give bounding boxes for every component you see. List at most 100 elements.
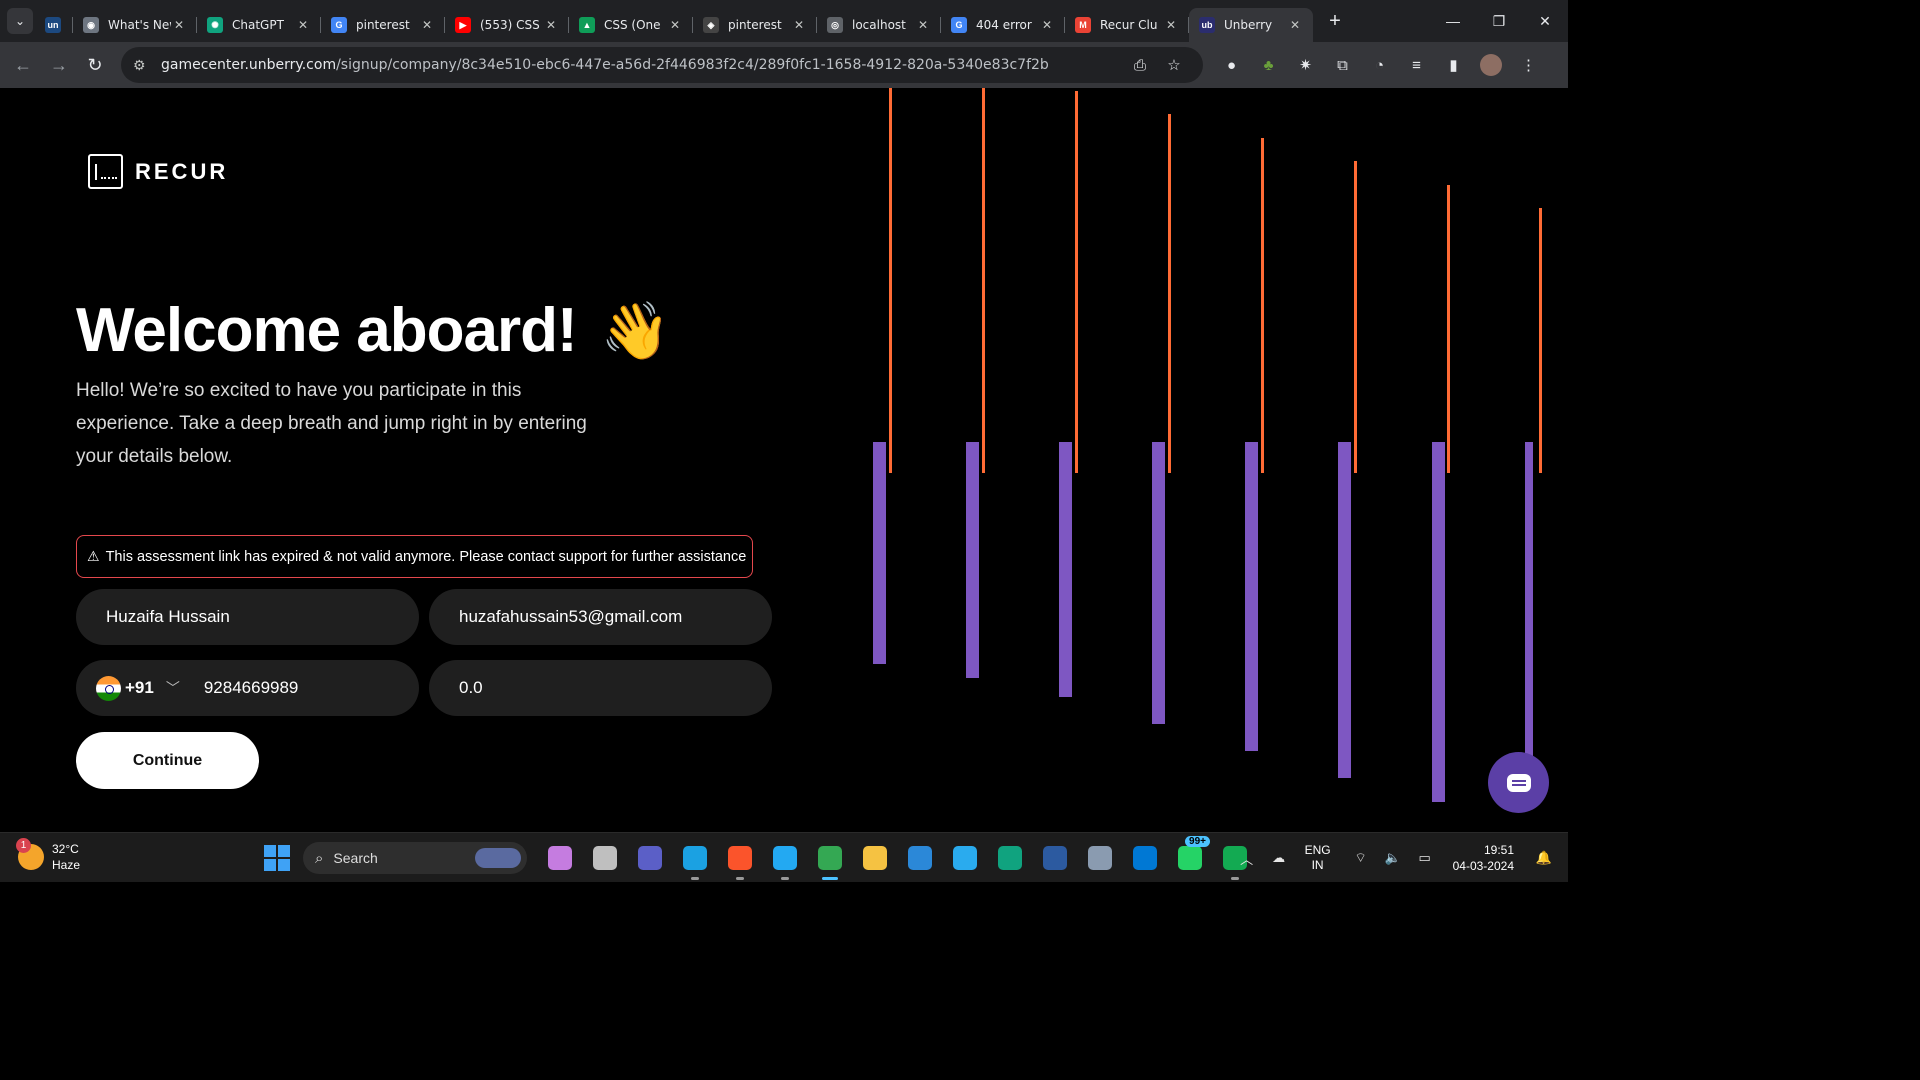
decor-bar-orange xyxy=(982,88,985,473)
weather-widget[interactable]: 1 32°C Haze xyxy=(16,838,80,873)
chevron-down-icon[interactable]: ﹀ xyxy=(166,678,180,698)
telegram-icon[interactable] xyxy=(942,842,987,874)
tab-close-icon[interactable]: ✕ xyxy=(295,18,311,32)
address-bar[interactable]: ⚙ gamecenter.unberry.com/signup/company/… xyxy=(121,47,1203,83)
tab-title: ChatGPT xyxy=(232,18,284,32)
tab-close-icon[interactable]: ✕ xyxy=(667,18,683,32)
experience-field[interactable]: 0.0 xyxy=(429,660,772,716)
url-text[interactable]: gamecenter.unberry.com/signup/company/8c… xyxy=(161,57,1123,73)
windows-taskbar: 1 32°C Haze ⌕ Search 99+ ︿ ☁ ENG IN ⌔ 🔈 … xyxy=(0,832,1568,882)
onedrive-cloud-icon[interactable]: ☁ xyxy=(1263,850,1295,866)
copilot-icon[interactable] xyxy=(537,842,582,874)
edge-icon[interactable] xyxy=(672,842,717,880)
youtube-favicon: ▶ xyxy=(455,17,471,33)
experience-value: 0.0 xyxy=(459,678,483,697)
wifi-icon[interactable]: ⌔ xyxy=(1345,850,1377,866)
phone-field[interactable]: +91 ﹀ 9284669989 xyxy=(76,660,419,716)
clock-time: 19:51 xyxy=(1483,843,1514,857)
chrome-icon[interactable] xyxy=(807,842,852,880)
tab-close-icon[interactable]: ✕ xyxy=(1287,18,1303,32)
extensions-puzzle-icon[interactable]: ⧉ xyxy=(1324,57,1361,74)
tree-extension-icon[interactable]: ♣ xyxy=(1250,57,1287,74)
task-view-icon[interactable] xyxy=(582,842,627,874)
settings-icon[interactable] xyxy=(1077,842,1122,874)
file-explorer-icon[interactable] xyxy=(852,842,897,874)
tab-chatgpt[interactable]: ✺ ChatGPT ✕ xyxy=(197,8,321,42)
tab-title: 404 error xyxy=(976,18,1032,32)
windows-start-icon[interactable] xyxy=(264,845,290,871)
tab-pinterest[interactable]: Gpinterest ✕ xyxy=(321,8,445,42)
continue-button[interactable]: Continue xyxy=(76,732,259,789)
google-favicon: G xyxy=(951,17,967,33)
tab-title: (553) CSS xyxy=(480,18,540,32)
tab-title: Unberry xyxy=(1224,18,1273,32)
bookmark-star-icon[interactable]: ☆ xyxy=(1157,56,1191,74)
teams-icon[interactable] xyxy=(627,842,672,874)
email-field[interactable]: huzafahussain53@gmail.com xyxy=(429,589,772,645)
name-field[interactable]: Huzaifa Hussain xyxy=(76,589,419,645)
decor-bar-orange xyxy=(1261,138,1264,473)
chatgpt-app-icon[interactable] xyxy=(987,842,1032,874)
tab-pinterest[interactable]: ◈ pinterest ✕ xyxy=(693,8,817,42)
taskbar-search[interactable]: ⌕ Search xyxy=(303,842,527,874)
tab-close-icon[interactable]: ✕ xyxy=(419,18,435,32)
tab-title: What's New xyxy=(108,18,171,32)
decor-bar-purple xyxy=(1432,442,1445,802)
back-arrow-icon[interactable]: ← xyxy=(5,55,41,76)
minimize-icon[interactable]: — xyxy=(1430,13,1476,30)
battery-icon[interactable]: ▭ xyxy=(1409,850,1441,866)
language-indicator[interactable]: ENG IN xyxy=(1305,843,1331,873)
show-hidden-icons-icon[interactable]: ︿ xyxy=(1231,849,1263,868)
tab-close-icon[interactable]: ✕ xyxy=(543,18,559,32)
decor-bar-purple xyxy=(1245,442,1258,751)
decor-bar-purple xyxy=(1338,442,1351,778)
media-control-icon[interactable]: ≡ xyxy=(1398,57,1435,74)
tab-css-one[interactable]: ▲ CSS (One ✕ xyxy=(569,8,693,42)
performance-icon[interactable]: ◔ xyxy=(1361,57,1398,74)
close-window-icon[interactable]: ✕ xyxy=(1522,13,1568,30)
weather-text: 32°C Haze xyxy=(52,841,80,873)
unberry-favicon: ub xyxy=(1199,17,1215,33)
clock[interactable]: 19:51 04-03-2024 xyxy=(1453,842,1514,874)
tab-pinned[interactable]: un xyxy=(33,8,73,42)
country-code[interactable]: +91 xyxy=(125,678,154,698)
new-tab-button[interactable]: + xyxy=(1323,10,1347,33)
powershell-icon[interactable] xyxy=(1032,842,1077,874)
recur-logo: RECUR xyxy=(88,154,228,189)
volume-icon[interactable]: 🔈 xyxy=(1377,850,1409,866)
tab-title: CSS (One xyxy=(604,18,661,32)
profile-avatar[interactable] xyxy=(1480,54,1502,76)
tab-unberry[interactable]: ub Unberry ✕ xyxy=(1189,8,1313,42)
tab-404-error[interactable]: G 404 error ✕ xyxy=(941,8,1065,42)
forward-arrow-icon[interactable]: → xyxy=(41,55,77,76)
brave-icon[interactable] xyxy=(717,842,762,880)
tab-recur-clu[interactable]: M Recur Clu ✕ xyxy=(1065,8,1189,42)
restore-icon[interactable]: ❐ xyxy=(1476,13,1522,30)
tab-what-s-new[interactable]: ◉ What's New✕ xyxy=(73,8,197,42)
extension-gear-icon[interactable]: ✷ xyxy=(1287,56,1324,74)
recur-logo-mark-icon xyxy=(88,154,123,189)
tab-close-icon[interactable]: ✕ xyxy=(915,18,931,32)
site-info-icon[interactable]: ⚙ xyxy=(133,57,155,74)
vscode-icon[interactable] xyxy=(762,842,807,880)
tab-close-icon[interactable]: ✕ xyxy=(791,18,807,32)
chat-support-button[interactable] xyxy=(1488,752,1549,813)
menu-kebab-icon[interactable]: ⋮ xyxy=(1510,56,1547,74)
tab-close-icon[interactable]: ✕ xyxy=(1163,18,1179,32)
tab-localhost[interactable]: ◎ localhost ✕ xyxy=(817,8,941,42)
reload-icon[interactable]: ↻ xyxy=(77,55,113,76)
lang-top: ENG xyxy=(1304,843,1331,857)
store-icon[interactable] xyxy=(1122,842,1167,874)
side-panel-icon[interactable]: ▮ xyxy=(1435,56,1472,74)
tab-553-css[interactable]: ▶ (553) CSS ✕ xyxy=(445,8,569,42)
tab-title: localhost xyxy=(852,18,906,32)
notification-bell-icon[interactable]: 🔔 xyxy=(1528,850,1560,866)
install-app-icon[interactable]: ⎙ xyxy=(1123,57,1157,74)
mail-icon[interactable] xyxy=(897,842,942,874)
extension-1-icon[interactable]: ● xyxy=(1213,57,1250,74)
tab-search-button[interactable]: ⌄ xyxy=(7,8,33,34)
tab-close-icon[interactable]: ✕ xyxy=(1039,18,1055,32)
decor-bar-purple xyxy=(966,442,979,678)
whatsapp-icon[interactable]: 99+ xyxy=(1167,836,1212,874)
tab-close-icon[interactable]: ✕ xyxy=(171,18,187,32)
